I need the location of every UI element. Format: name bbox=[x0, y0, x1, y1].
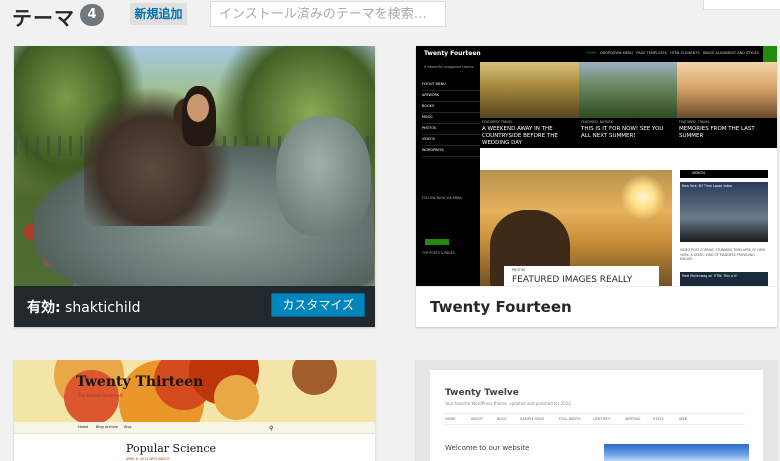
preview-featured-caption-3: FEATURED, TRAVEL MEMORIES FROM THE LAST … bbox=[677, 118, 777, 148]
theme-name: shaktichild bbox=[65, 300, 141, 316]
theme-footer: 有効: shaktichild カスタマイズ bbox=[14, 286, 375, 327]
theme-screenshot bbox=[14, 46, 375, 286]
preview-top-posts: TOP POSTS & PAGES bbox=[422, 251, 455, 255]
theme-search-input[interactable] bbox=[210, 1, 446, 27]
customize-button[interactable]: カスタマイズ bbox=[271, 293, 365, 317]
theme-card-twenty-twelve[interactable]: Twenty Twelve Your favorite WordPress th… bbox=[416, 360, 777, 461]
preview-widget-header: VIDEOS bbox=[680, 170, 768, 178]
active-theme-label: 有効: shaktichild bbox=[27, 297, 141, 317]
preview-follow-button bbox=[425, 239, 449, 245]
theme-screenshot: Twenty Thirteen The Fastest Northwest Ho… bbox=[14, 360, 375, 461]
theme-card-active[interactable]: 有効: shaktichild カスタマイズ bbox=[14, 46, 375, 327]
theme-screenshot: Twenty Fourteen HOME DROPDOWN MENU PAGE … bbox=[416, 46, 777, 286]
preview-featured-caption-1: FEATURED, TRAVEL A WEEKEND AWAY IN THE C… bbox=[480, 118, 579, 148]
preview-site-title: Twenty Fourteen bbox=[424, 50, 481, 57]
preview-featured-caption-2: FEATURED, NATURE THIS IS IT FOR NOW! SEE… bbox=[579, 118, 677, 148]
preview-video-caption: VIDEO POST FORMAT: STUNNING TIMELAPSE OF… bbox=[680, 248, 765, 261]
preview-search-icon bbox=[763, 46, 777, 62]
add-new-button[interactable]: 新規追加 bbox=[130, 3, 187, 25]
preview-main-caption: PHOTOS FEATURED IMAGES REALLY bbox=[504, 266, 659, 286]
preview-featured-image-2 bbox=[579, 62, 677, 118]
preview-video-2: Matt Mullenweg on 'ETW: This is It' bbox=[680, 272, 768, 286]
preview-welcome-heading: Welcome to our website bbox=[445, 444, 530, 452]
preview-tagline: A beautiful magazine theme bbox=[424, 65, 474, 69]
active-prefix: 有効: bbox=[27, 300, 61, 316]
theme-card-twenty-fourteen[interactable]: Twenty Fourteen HOME DROPDOWN MENU PAGE … bbox=[416, 46, 777, 327]
preview-sky-image bbox=[604, 444, 749, 461]
theme-card-twenty-thirteen[interactable]: Twenty Thirteen The Fastest Northwest Ho… bbox=[14, 360, 375, 461]
preview-video: New York: NY Time Lapse video bbox=[680, 182, 768, 242]
preview-nav: HOME DROPDOWN MENU PAGE TEMPLATES HTML E… bbox=[586, 51, 759, 55]
preview-follow-title: FOLLOW BLOG VIA EMAIL bbox=[422, 196, 463, 200]
photo-face bbox=[187, 94, 209, 122]
preview-nav: Home Blog Archive Also ⚲ bbox=[14, 422, 375, 434]
preview-sun bbox=[620, 174, 666, 220]
preview-featured-image-3 bbox=[677, 62, 777, 118]
preview-post-meta: APRIL 6, 2013 ARTS ABOUT bbox=[126, 457, 170, 461]
preview-tagline: Your favorite WordPress theme, updated a… bbox=[445, 401, 573, 406]
theme-count-badge: 4 bbox=[80, 4, 104, 26]
photo-lion-head bbox=[276, 116, 371, 236]
theme-name: Twenty Fourteen bbox=[430, 298, 572, 316]
preview-nav: HOME ABOUT BLOG SAMPLE PAGE FULL WIDTH G… bbox=[445, 413, 745, 425]
preview-featured-image-1 bbox=[480, 62, 579, 118]
theme-screenshot: Twenty Twelve Your favorite WordPress th… bbox=[416, 360, 777, 461]
preview-site-title: Twenty Thirteen bbox=[76, 374, 204, 390]
preview-menu: FLYOUT MENU ARTWORK BOOKS MUSIC PHOTOS V… bbox=[422, 80, 480, 157]
page-title: テーマ bbox=[12, 6, 75, 30]
preview-tagline: The Fastest Northwest bbox=[78, 393, 123, 398]
help-tab[interactable] bbox=[703, 0, 780, 10]
theme-footer: Twenty Fourteen bbox=[416, 286, 777, 327]
preview-post-title: Popular Science bbox=[126, 442, 217, 455]
preview-site-title: Twenty Twelve bbox=[445, 388, 519, 398]
preview-header bbox=[14, 360, 375, 422]
